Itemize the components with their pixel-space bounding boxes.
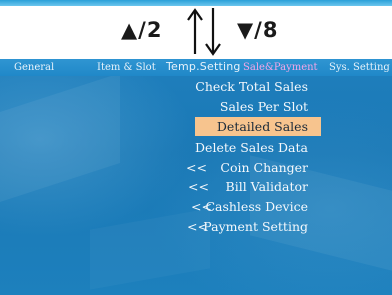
menu-item-label: Sales Per Slot: [219, 99, 308, 114]
menu-screen: General Item & Slot Temp.Setting Sale&Pa…: [0, 59, 392, 295]
menu-item-label: Detailed Sales: [216, 119, 308, 134]
menu-item-cashless-device[interactable]: Cashless Device: [150, 197, 308, 216]
menu-item-payment-setting[interactable]: Payment Setting: [150, 217, 308, 236]
menu-item-label: Coin Changer: [220, 160, 308, 175]
menu-item-coin-changer[interactable]: Coin Changer: [150, 158, 308, 177]
background-facet: [0, 73, 120, 215]
tab-sys-setting[interactable]: Sys. Setting: [329, 61, 390, 74]
menu-item-sales-per-slot[interactable]: Sales Per Slot: [150, 97, 308, 116]
menu-item-label: Payment Setting: [203, 219, 308, 234]
tab-bar: General Item & Slot Temp.Setting Sale&Pa…: [0, 59, 392, 76]
down-arrow-icon: [205, 8, 221, 56]
key-legend: ▲/2 ▼/8: [0, 6, 392, 58]
vending-config-screen: ▲/2 ▼/8 General Item & Slot Temp.Setting…: [0, 0, 392, 295]
tab-item-slot[interactable]: Item & Slot: [97, 61, 156, 74]
menu-item-label: Delete Sales Data: [195, 140, 308, 155]
down-key-label: ▼/8: [237, 18, 279, 42]
menu-item-detailed-sales[interactable]: Detailed Sales: [195, 117, 308, 136]
menu-item-label: Bill Validator: [225, 179, 308, 194]
tab-sale-payment[interactable]: Sale&Payment: [243, 61, 318, 74]
menu-item-bill-validator[interactable]: Bill Validator: [150, 177, 308, 196]
tab-general[interactable]: General: [14, 61, 54, 74]
tab-temp-setting[interactable]: Temp.Setting: [166, 60, 241, 73]
menu-item-label: Cashless Device: [205, 199, 308, 214]
menu-item-label: Check Total Sales: [195, 79, 308, 94]
menu-item-delete-sales-data[interactable]: Delete Sales Data: [150, 138, 308, 157]
menu-item-check-total-sales[interactable]: Check Total Sales: [150, 77, 308, 96]
